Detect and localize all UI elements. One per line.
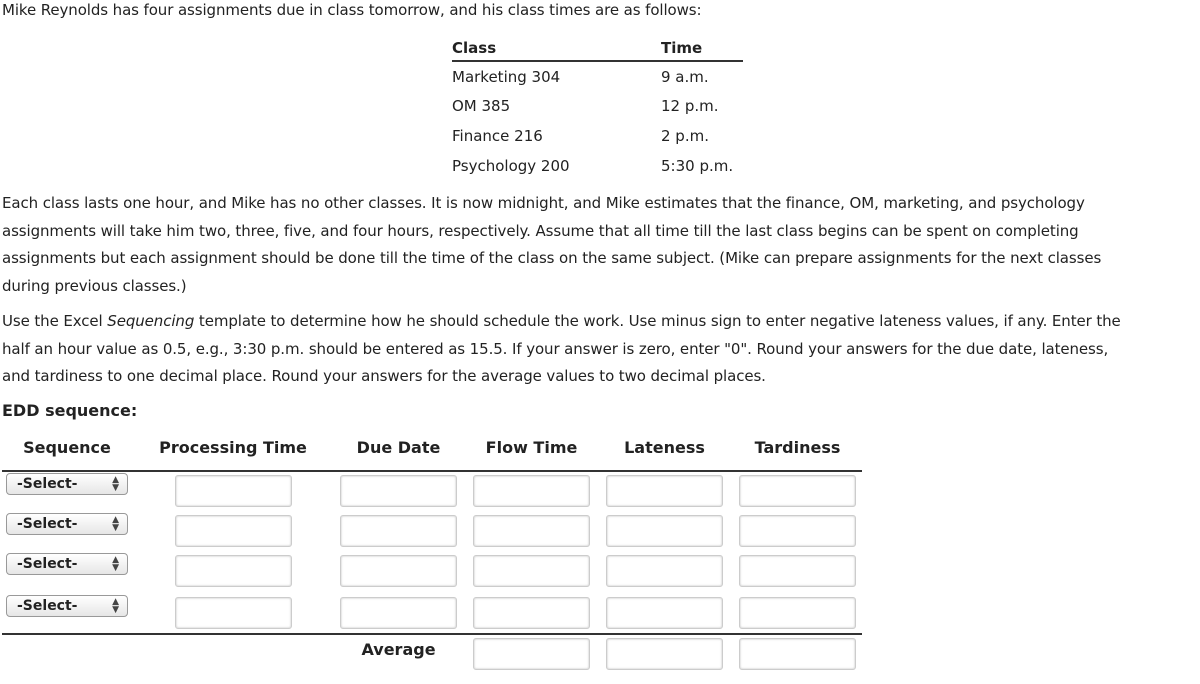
tardiness-input[interactable] [739, 597, 856, 629]
sequence-select[interactable]: -Select- ▲ ▼ [6, 473, 128, 495]
class-time: 9 a.m. [661, 67, 709, 86]
header-due-date: Due Date [356, 438, 441, 457]
lateness-input[interactable] [606, 515, 723, 547]
intro-text: Mike Reynolds has four assignments due i… [2, 1, 702, 19]
sequence-select[interactable]: -Select- ▲ ▼ [6, 513, 128, 535]
lateness-input[interactable] [606, 475, 723, 507]
select-arrows-icon: ▲ ▼ [112, 555, 119, 573]
tardiness-input[interactable] [739, 555, 856, 587]
col-time: Time [661, 36, 743, 62]
table-top-rule [2, 470, 862, 472]
due-date-input[interactable] [340, 597, 457, 629]
para2-line: and tardiness to one decimal place. Roun… [2, 367, 766, 385]
select-arrows-icon: ▲ ▼ [112, 515, 119, 533]
flow-time-input[interactable] [473, 555, 590, 587]
para2-line: half an hour value as 0.5, e.g., 3:30 p.… [2, 340, 1109, 358]
para1-line: during previous classes.) [2, 277, 187, 295]
select-value: -Select- [17, 556, 78, 572]
processing-time-input[interactable] [175, 515, 292, 547]
select-arrows-icon: ▲ ▼ [112, 475, 119, 493]
class-name: OM 385 [452, 97, 511, 115]
class-name: Psychology 200 [452, 157, 570, 175]
select-value: -Select- [17, 598, 78, 614]
due-date-input[interactable] [340, 515, 457, 547]
header-tardiness: Tardiness [754, 438, 841, 457]
select-value: -Select- [17, 516, 78, 532]
select-value: -Select- [17, 476, 78, 492]
flow-time-input[interactable] [473, 597, 590, 629]
header-flow-time: Flow Time [485, 438, 578, 457]
average-lateness-input[interactable] [606, 638, 723, 670]
tardiness-input[interactable] [739, 475, 856, 507]
header-lateness: Lateness [624, 438, 705, 457]
para1-line: assignments but each assignment should b… [2, 249, 1102, 267]
processing-time-input[interactable] [175, 475, 292, 507]
para2-line: Use the Excel Sequencing template to det… [2, 312, 1121, 330]
class-name: Finance 216 [452, 127, 543, 145]
lateness-input[interactable] [606, 555, 723, 587]
table-bottom-rule [2, 633, 862, 635]
class-time: 12 p.m. [661, 97, 719, 115]
average-flow-time-input[interactable] [473, 638, 590, 670]
header-processing-time: Processing Time [159, 438, 307, 457]
sequence-select[interactable]: -Select- ▲ ▼ [6, 595, 128, 617]
col-class: Class [452, 36, 661, 62]
due-date-input[interactable] [340, 555, 457, 587]
tardiness-input[interactable] [739, 515, 856, 547]
class-times-table: Class Time Marketing 304 9 a.m. OM 385 12 p… [452, 36, 743, 181]
para1-line: assignments will take him two, three, fi… [2, 222, 1079, 240]
flow-time-input[interactable] [473, 475, 590, 507]
header-sequence: Sequence [23, 438, 111, 457]
edd-label: EDD sequence: [2, 401, 138, 420]
processing-time-input[interactable] [175, 555, 292, 587]
class-time: 2 p.m. [661, 127, 709, 145]
class-name: Marketing 304 [452, 67, 561, 86]
class-time: 5:30 p.m. [661, 157, 734, 175]
average-tardiness-input[interactable] [739, 638, 856, 670]
flow-time-input[interactable] [473, 515, 590, 547]
sequence-select[interactable]: -Select- ▲ ▼ [6, 553, 128, 575]
processing-time-input[interactable] [175, 597, 292, 629]
select-arrows-icon: ▲ ▼ [112, 597, 119, 615]
due-date-input[interactable] [340, 475, 457, 507]
para1-line: Each class lasts one hour, and Mike has … [2, 194, 1085, 212]
lateness-input[interactable] [606, 597, 723, 629]
average-label: Average [361, 640, 436, 659]
